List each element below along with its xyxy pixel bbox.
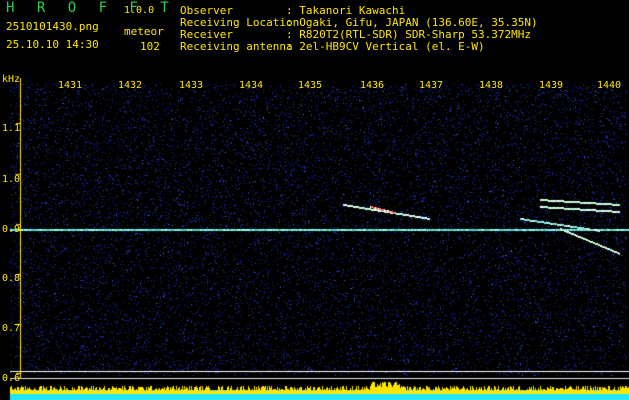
x-tick: 1439	[539, 80, 564, 91]
x-tick: 1431	[58, 80, 83, 91]
y-tick: 1.0	[2, 174, 21, 185]
x-tick: 1440	[597, 80, 622, 91]
y-tick: 0.9	[2, 224, 21, 235]
info-antenna-label: Receiving antenna	[180, 40, 293, 53]
detection-mode: meteor	[124, 25, 164, 38]
info-antenna-value: : 2el-HB9CV Vertical (el. E-W)	[286, 40, 485, 53]
image-filename: 2510101430.png	[6, 20, 99, 33]
spectrogram-display	[0, 78, 629, 400]
x-tick: 1438	[479, 80, 504, 91]
y-tick: 1.1	[2, 123, 21, 134]
x-tick: 1434	[239, 80, 264, 91]
app-version: 1.0.0	[124, 5, 155, 16]
x-tick: 1437	[419, 80, 444, 91]
x-tick: 1432	[118, 80, 143, 91]
y-tick: 0.7	[2, 323, 21, 334]
x-tick: 1435	[298, 80, 323, 91]
x-tick: 1433	[179, 80, 204, 91]
y-tick: 0.8	[2, 273, 21, 284]
y-axis-unit: kHz	[2, 74, 21, 85]
capture-datetime: 25.10.10 14:30	[6, 38, 99, 51]
y-tick: 0.6	[2, 373, 21, 384]
meteor-count: 102	[140, 40, 160, 53]
x-tick: 1436	[360, 80, 385, 91]
